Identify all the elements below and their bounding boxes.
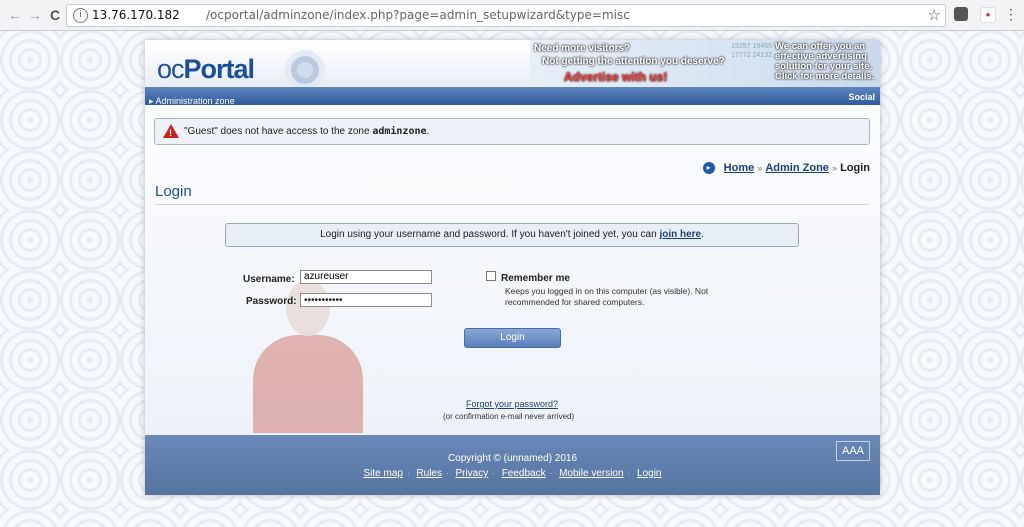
password-input[interactable]: ••••••••••• [300,293,432,307]
forgot-password-link[interactable]: Forgot your password? [466,399,558,409]
footer-link-feedback[interactable]: Feedback [502,468,546,479]
remember-me-label[interactable]: Remember me [501,273,570,284]
breadcrumb-home-link[interactable]: Home [724,162,755,174]
forgot-password-note: (or confirmation e-mail never arrived) [443,412,575,421]
url-host: 13.76.170.182 [92,8,180,22]
breadcrumb: ▸ Home » Admin Zone » Login [702,162,870,175]
footer-separator: · [549,469,553,478]
site-logo[interactable]: ocPortal [157,54,256,85]
ad-stats: 15257 19465 17772 24132 [731,43,772,59]
site-container: ocPortal Need more visitors? Not getting… [145,40,880,495]
forward-arrow-icon[interactable]: → [26,6,44,24]
site-header: ocPortal Need more visitors? Not getting… [145,40,880,90]
address-bar[interactable]: i 13.76.170.182 /ocportal/adminzone/inde… [66,4,946,27]
logo-portal-text: Portal [183,54,256,84]
back-arrow-icon[interactable]: ← [6,6,24,24]
footer-link-sitemap[interactable]: Site map [364,468,403,479]
footer-link-login[interactable]: Login [637,468,661,479]
main-content: ! "Guest" does not have access to the zo… [145,105,880,435]
footer-link-rules[interactable]: Rules [416,468,442,479]
logo-oc-text: oc [157,54,185,84]
info-text: Login using your username and password. … [320,229,660,240]
remember-me-checkbox[interactable] [486,271,496,281]
breadcrumb-arrow-icon: ▸ [702,162,715,175]
info-icon[interactable]: i [73,8,88,23]
bookmark-star-icon[interactable]: ☆ [928,6,941,24]
social-link[interactable]: Social [848,92,875,102]
password-label: Password: [246,296,297,307]
footer-link-privacy[interactable]: Privacy [455,468,488,479]
advertisement-banner[interactable]: Need more visitors? Not getting the atte… [530,40,880,87]
join-here-link[interactable]: join here [659,229,701,240]
footer-link-mobile[interactable]: Mobile version [559,468,623,479]
footer-separator: · [492,469,495,478]
font-size-button[interactable]: AAA [836,441,870,461]
reload-icon[interactable]: C [46,6,64,24]
zone-code: adminzone [372,126,427,137]
zone-bar: ▸ Administration zone Social [145,87,880,106]
browser-menu-icon[interactable]: ⋮ [1004,6,1018,23]
breadcrumb-current: Login [840,162,870,174]
browser-toolbar: ← → C i 13.76.170.182 /ocportal/adminzon… [0,0,1024,31]
warning-mark: ! [169,128,172,138]
gear-logo-icon [285,50,325,90]
username-input[interactable] [300,270,432,284]
page-title: Login [155,183,192,200]
extension-record-icon[interactable]: ● [980,7,996,23]
login-info-box: Login using your username and password. … [225,223,799,247]
breadcrumb-separator: » [757,163,763,173]
breadcrumb-admin-link[interactable]: Admin Zone [765,162,829,174]
error-message: ! "Guest" does not have access to the zo… [154,118,870,145]
ad-line-3: Advertise with us! [564,70,668,84]
ad-line-1: Need more visitors? [534,43,631,54]
breadcrumb-separator: » [831,163,837,173]
avatar-head [286,280,330,336]
copyright-text: Copyright © (unnamed) 2016 [447,453,578,464]
footer-separator: · [627,469,631,478]
extension-icon[interactable] [954,7,968,21]
remember-me-description: Keeps you logged in on this computer (as… [505,286,709,307]
ad-line-2: Not getting the attention you deserve? [542,56,725,67]
ad-right-text: We can offer you an effective advertisin… [775,41,875,82]
login-button[interactable]: Login [464,328,561,348]
error-text: "Guest" does not have access to the zone… [184,126,430,137]
username-label: Username: [243,274,295,285]
avatar-body [253,335,363,433]
footer-separator: · [406,469,410,478]
site-footer: Copyright © (unnamed) 2016 Site map · Rul… [145,435,880,495]
footer-separator: · [446,469,449,478]
footer-links: Site map · Rules · Privacy · Feedback · Mobi… [145,468,880,479]
title-divider [155,204,869,205]
url-path: /ocportal/adminzone/index.php?page=admin… [206,8,630,22]
